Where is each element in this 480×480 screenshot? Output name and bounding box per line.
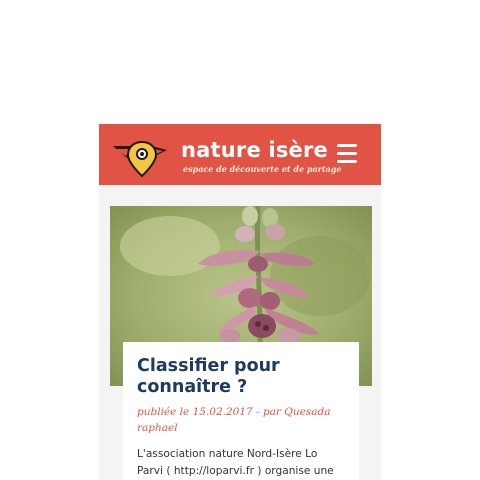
article-excerpt: L'association nature Nord-Isère Lo Parvi… <box>137 448 334 477</box>
menu-bar-top <box>337 144 357 147</box>
mobile-viewport: nature isère espace de découverte et de … <box>99 124 381 480</box>
bird-location-pin-logo-icon[interactable] <box>111 138 169 178</box>
brand-tagline: espace de découverte et de partage <box>183 164 342 174</box>
site-header: nature isère espace de découverte et de … <box>99 124 381 185</box>
brand-name[interactable]: nature isère <box>181 138 328 162</box>
hamburger-menu-icon[interactable] <box>337 144 361 164</box>
article-title[interactable]: Classifier pour connaître ? <box>137 356 327 398</box>
article-meta: publiée le 15.02.2017 - par Quesada raph… <box>137 406 331 434</box>
menu-bar-middle <box>337 152 357 155</box>
article-card[interactable]: Classifier pour connaître ? publiée le 1… <box>123 342 359 480</box>
menu-bar-bottom <box>337 160 357 163</box>
